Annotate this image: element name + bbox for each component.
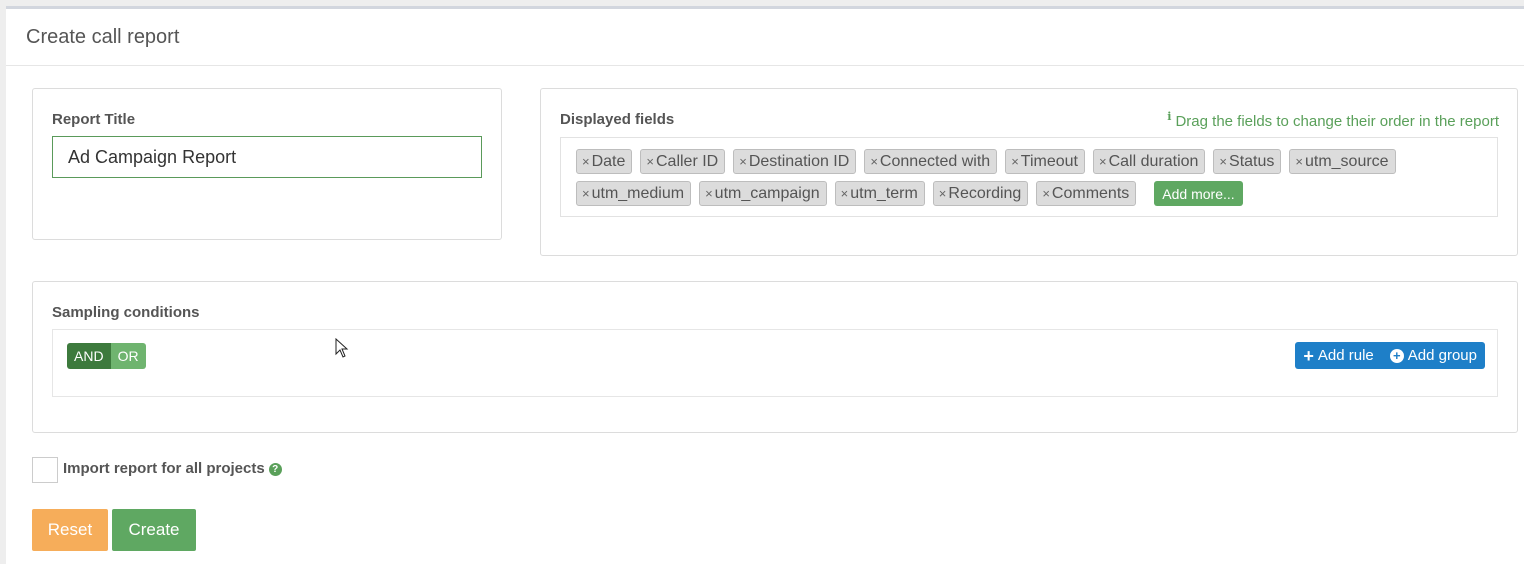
report-title-section: Report Title <box>32 88 502 240</box>
add-group-button[interactable]: + Add group <box>1381 342 1485 369</box>
report-title-input[interactable] <box>52 136 482 178</box>
remove-tag-icon[interactable]: × <box>1042 186 1050 201</box>
field-tag[interactable]: × Status <box>1213 149 1282 174</box>
remove-tag-icon[interactable]: × <box>1219 154 1227 169</box>
field-tag[interactable]: × utm_campaign <box>699 181 827 206</box>
field-tag-label: Caller ID <box>655 152 719 170</box>
field-tag-label: Call duration <box>1108 152 1199 170</box>
field-tag-label: utm_source <box>1304 152 1389 170</box>
sampling-conditions-label: Sampling conditions <box>52 304 200 321</box>
field-tags-area: × Date × Caller ID × Destination ID × Connected… <box>560 137 1498 217</box>
displayed-fields-label: Displayed fields <box>560 111 675 128</box>
field-tag-label: Connected with <box>879 152 991 170</box>
field-tag-label: Comments <box>1051 184 1130 202</box>
field-tag-label: Date <box>591 152 626 170</box>
field-tag[interactable]: × utm_term <box>834 181 925 206</box>
remove-tag-icon[interactable]: × <box>1011 154 1019 169</box>
add-group-label: Add group <box>1407 347 1477 364</box>
field-tag[interactable]: × Destination ID <box>733 149 857 174</box>
field-tag[interactable]: × Caller ID <box>640 149 726 174</box>
remove-tag-icon[interactable]: × <box>705 186 713 201</box>
field-tag-label: Timeout <box>1020 152 1078 170</box>
displayed-fields-section: Displayed fields i Drag the fields to cha… <box>540 88 1518 256</box>
tag-row: × Date × Caller ID × Destination ID × Connected… <box>576 149 1497 174</box>
page-title: Create call report <box>26 26 180 48</box>
remove-tag-icon[interactable]: × <box>1099 154 1107 169</box>
add-rule-label: Add rule <box>1317 347 1374 364</box>
import-label-text: Import report for all projects <box>63 460 265 477</box>
plus-circle-icon: + <box>1389 348 1404 363</box>
field-tag-label: Recording <box>948 184 1022 202</box>
and-or-toggle: AND OR <box>67 343 146 369</box>
field-tag[interactable]: × Date <box>576 149 633 174</box>
info-icon: i <box>1167 110 1172 123</box>
field-tag[interactable]: × utm_source <box>1289 149 1396 174</box>
sampling-conditions-section: Sampling conditions AND OR + Add rule + Ad… <box>32 281 1518 433</box>
add-more-button[interactable]: Add more... <box>1154 181 1243 206</box>
remove-tag-icon[interactable]: × <box>841 186 849 201</box>
create-button[interactable]: Create <box>112 509 196 551</box>
report-title-label: Report Title <box>52 111 136 128</box>
question-icon[interactable]: ? <box>268 463 282 476</box>
and-button[interactable]: AND <box>67 343 111 369</box>
reset-button[interactable]: Reset <box>32 509 108 551</box>
field-tag-label: utm_medium <box>591 184 685 202</box>
rule-buttons: + Add rule + Add group <box>1295 342 1485 369</box>
remove-tag-icon[interactable]: × <box>646 154 654 169</box>
create-report-panel: Create call report Report Title Displaye… <box>6 6 1524 564</box>
field-tag[interactable]: × Comments <box>1036 181 1137 206</box>
field-tag-label: utm_campaign <box>714 184 820 202</box>
field-tag[interactable]: × Timeout <box>1005 149 1085 174</box>
field-tag[interactable]: × Connected with <box>864 149 998 174</box>
remove-tag-icon[interactable]: × <box>582 154 590 169</box>
remove-tag-icon[interactable]: × <box>939 186 947 201</box>
remove-tag-icon[interactable]: × <box>739 154 747 169</box>
add-rule-button[interactable]: + Add rule <box>1295 342 1382 369</box>
plus-icon: + <box>1303 345 1314 366</box>
remove-tag-icon[interactable]: × <box>870 154 878 169</box>
remove-tag-icon[interactable]: × <box>1295 154 1303 169</box>
import-all-projects-checkbox[interactable] <box>32 457 58 483</box>
mouse-pointer-icon <box>335 338 349 358</box>
remove-tag-icon[interactable]: × <box>582 186 590 201</box>
field-tag[interactable]: × Recording <box>932 181 1029 206</box>
tag-row: × utm_medium × utm_campaign × utm_term × Record… <box>576 181 1497 206</box>
field-tag[interactable]: × utm_medium <box>576 181 692 206</box>
drag-hint-text: Drag the fields to change their order in… <box>1175 113 1499 130</box>
import-all-projects-label: Import report for all projects? <box>63 460 282 477</box>
field-tag-label: Status <box>1229 152 1275 170</box>
rules-builder: AND OR + Add rule + Add group <box>52 329 1498 397</box>
or-button[interactable]: OR <box>110 343 146 369</box>
field-tag[interactable]: × Call duration <box>1093 149 1206 174</box>
drag-hint: i Drag the fields to change their order i… <box>1167 110 1499 130</box>
field-tag-label: Destination ID <box>748 152 850 170</box>
field-tag-label: utm_term <box>850 184 918 202</box>
panel-header: Create call report <box>6 9 1524 66</box>
